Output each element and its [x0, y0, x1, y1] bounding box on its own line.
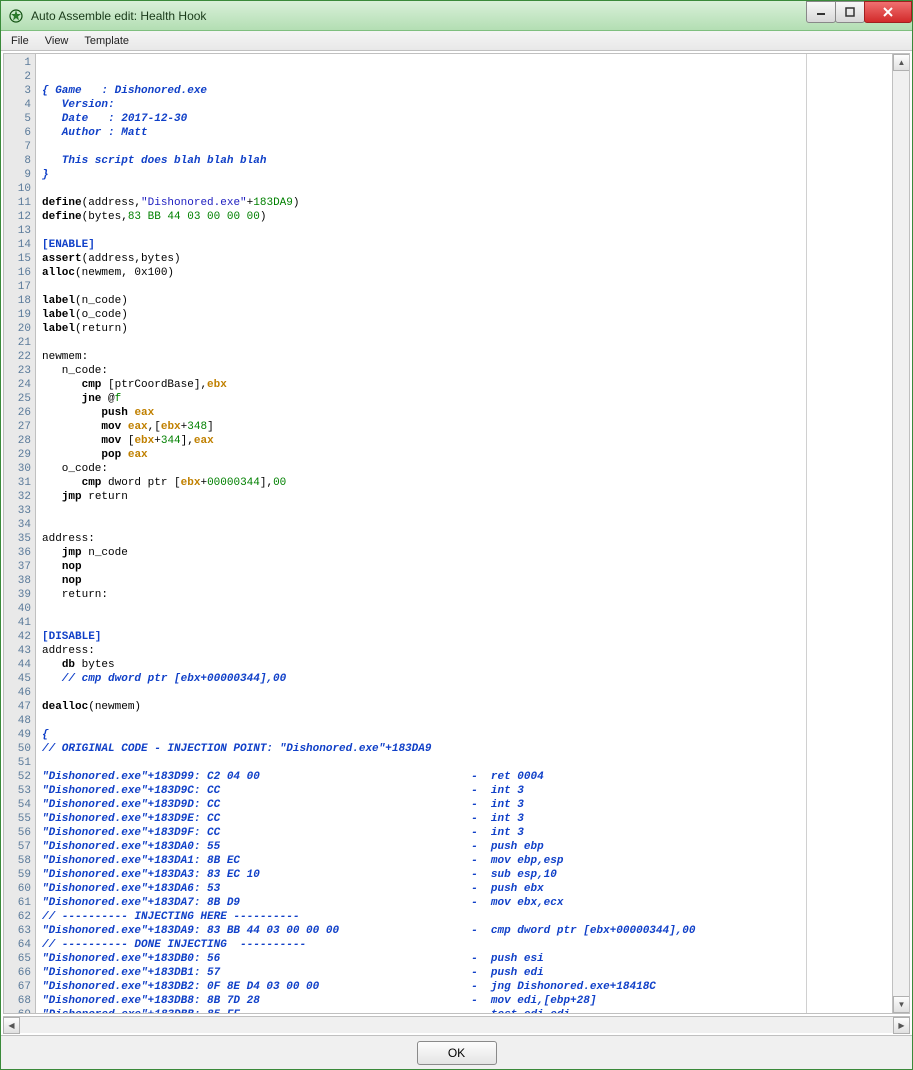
code-line	[42, 224, 892, 238]
app-icon	[7, 7, 25, 25]
code-line	[42, 602, 892, 616]
code-line: address:	[42, 532, 892, 546]
code-line: [DISABLE]	[42, 630, 892, 644]
code-line: address:	[42, 644, 892, 658]
code-line: "Dishonored.exe"+183DA6: 53 - push ebx	[42, 882, 892, 896]
code-line: alloc(newmem, 0x100)	[42, 266, 892, 280]
code-editor[interactable]: 1 2 3 4 5 6 7 8 9 10 11 12 13 14 15 16 1…	[3, 53, 910, 1014]
code-line: nop	[42, 560, 892, 574]
window: Auto Assemble edit: Health Hook File Vie…	[0, 0, 913, 1070]
ok-button[interactable]: OK	[417, 1041, 497, 1065]
button-bar: OK	[1, 1035, 912, 1069]
code-line	[42, 504, 892, 518]
menubar: File View Template	[1, 31, 912, 51]
titlebar[interactable]: Auto Assemble edit: Health Hook	[1, 1, 912, 31]
code-line	[42, 616, 892, 630]
code-line: cmp [ptrCoordBase],ebx	[42, 378, 892, 392]
code-line: {	[42, 728, 892, 742]
code-line: // ORIGINAL CODE - INJECTION POINT: "Dis…	[42, 742, 892, 756]
code-line: jne @f	[42, 392, 892, 406]
scroll-left-arrow[interactable]: ◀	[3, 1017, 20, 1034]
code-line: // ---------- DONE INJECTING ----------	[42, 938, 892, 952]
code-line: newmem:	[42, 350, 892, 364]
code-line: pop eax	[42, 448, 892, 462]
code-line: "Dishonored.exe"+183D9C: CC - int 3	[42, 784, 892, 798]
menu-view[interactable]: View	[37, 33, 77, 49]
code-line: n_code:	[42, 364, 892, 378]
scroll-up-arrow[interactable]: ▲	[893, 54, 910, 71]
code-line: label(o_code)	[42, 308, 892, 322]
code-line	[42, 518, 892, 532]
code-line: dealloc(newmem)	[42, 700, 892, 714]
code-line: define(bytes,83 BB 44 03 00 00 00)	[42, 210, 892, 224]
code-line	[42, 182, 892, 196]
code-line	[42, 756, 892, 770]
code-line: "Dishonored.exe"+183DA3: 83 EC 10 - sub …	[42, 868, 892, 882]
vertical-scrollbar[interactable]: ▲ ▼	[892, 54, 909, 1013]
close-button[interactable]	[864, 1, 912, 23]
code-line: "Dishonored.exe"+183DB0: 56 - push esi	[42, 952, 892, 966]
code-line: "Dishonored.exe"+183D9E: CC - int 3	[42, 812, 892, 826]
code-line: jmp return	[42, 490, 892, 504]
code-line: jmp n_code	[42, 546, 892, 560]
code-line: "Dishonored.exe"+183D9F: CC - int 3	[42, 826, 892, 840]
code-line: return:	[42, 588, 892, 602]
code-line: mov eax,[ebx+348]	[42, 420, 892, 434]
code-line: Date : 2017-12-30	[42, 112, 892, 126]
code-line: }	[42, 168, 892, 182]
maximize-button[interactable]	[835, 1, 865, 23]
menu-template[interactable]: Template	[76, 33, 137, 49]
code-line: { Game : Dishonored.exe	[42, 84, 892, 98]
code-line: Version:	[42, 98, 892, 112]
line-gutter: 1 2 3 4 5 6 7 8 9 10 11 12 13 14 15 16 1…	[4, 54, 36, 1013]
code-line: Author : Matt	[42, 126, 892, 140]
scroll-down-arrow[interactable]: ▼	[893, 996, 910, 1013]
menu-file[interactable]: File	[3, 33, 37, 49]
minimize-button[interactable]	[806, 1, 836, 23]
code-line: "Dishonored.exe"+183D9D: CC - int 3	[42, 798, 892, 812]
code-line: // ---------- INJECTING HERE ----------	[42, 910, 892, 924]
code-line: "Dishonored.exe"+183DBB: 85 FF - test ed…	[42, 1008, 892, 1013]
code-line: mov [ebx+344],eax	[42, 434, 892, 448]
window-controls	[807, 1, 912, 23]
code-line	[42, 280, 892, 294]
code-line: "Dishonored.exe"+183D99: C2 04 00 - ret …	[42, 770, 892, 784]
code-line	[42, 714, 892, 728]
code-line	[42, 686, 892, 700]
code-line: push eax	[42, 406, 892, 420]
code-line: db bytes	[42, 658, 892, 672]
code-line: // cmp dword ptr [ebx+00000344],00	[42, 672, 892, 686]
code-line: This script does blah blah blah	[42, 154, 892, 168]
code-line: "Dishonored.exe"+183DA0: 55 - push ebp	[42, 840, 892, 854]
horizontal-scrollbar[interactable]: ◀ ▶	[3, 1016, 910, 1033]
code-line: [ENABLE]	[42, 238, 892, 252]
code-line: "Dishonored.exe"+183DA1: 8B EC - mov ebp…	[42, 854, 892, 868]
code-line: o_code:	[42, 462, 892, 476]
window-title: Auto Assemble edit: Health Hook	[31, 9, 206, 23]
code-area[interactable]: { Game : Dishonored.exe Version: Date : …	[36, 54, 892, 1013]
code-line	[42, 336, 892, 350]
code-line: "Dishonored.exe"+183DB8: 8B 7D 28 - mov …	[42, 994, 892, 1008]
code-line: "Dishonored.exe"+183DA9: 83 BB 44 03 00 …	[42, 924, 892, 938]
code-line: cmp dword ptr [ebx+00000344],00	[42, 476, 892, 490]
scroll-h-track[interactable]	[20, 1017, 893, 1033]
code-line: "Dishonored.exe"+183DB2: 0F 8E D4 03 00 …	[42, 980, 892, 994]
code-line: label(n_code)	[42, 294, 892, 308]
code-line: nop	[42, 574, 892, 588]
code-line: assert(address,bytes)	[42, 252, 892, 266]
code-line: define(address,"Dishonored.exe"+183DA9)	[42, 196, 892, 210]
code-line	[42, 140, 892, 154]
code-line: "Dishonored.exe"+183DB1: 57 - push edi	[42, 966, 892, 980]
code-line: "Dishonored.exe"+183DA7: 8B D9 - mov ebx…	[42, 896, 892, 910]
scroll-right-arrow[interactable]: ▶	[893, 1017, 910, 1034]
code-line: label(return)	[42, 322, 892, 336]
